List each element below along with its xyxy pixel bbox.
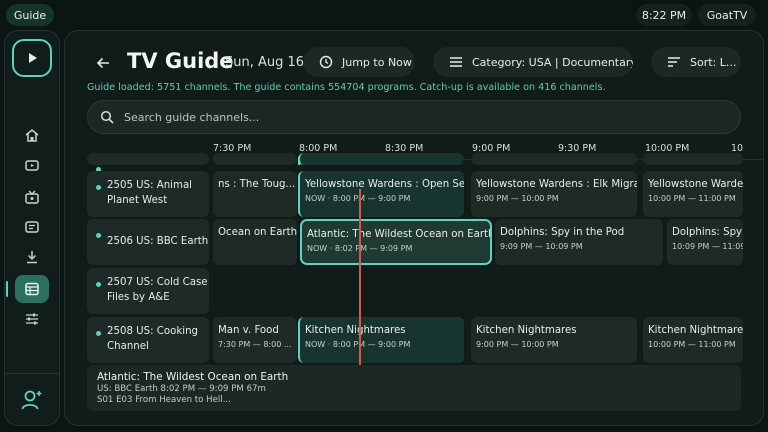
program-title: Kitchen Nightmares (648, 325, 743, 336)
detail-title: Atlantic: The Wildest Ocean on Earth (97, 371, 289, 383)
sidebar-item-series[interactable] (22, 217, 42, 237)
sort-icon (668, 57, 680, 67)
program-title: ns : The Toug... (218, 179, 296, 190)
epg-grid: 7:30 PM 8:00 PM 8:30 PM 9:00 PM 9:30 PM … (65, 137, 763, 369)
guide-tab-label: Guide (13, 8, 47, 22)
menu-icon (450, 57, 462, 67)
home-icon (25, 129, 39, 142)
program-time: NOW · 8:02 PM — 9:09 PM (307, 244, 413, 253)
sidebar-divider (5, 373, 59, 374)
program-time: 10:00 PM — 11:00 PM (648, 340, 736, 349)
program-title: Yellowstone Wardens : Open Sea... (305, 179, 464, 190)
program-title: Yellowstone Wardens (648, 179, 743, 190)
guide-panel: TV Guide Sun, Aug 16 Jump to Now Categor… (64, 30, 764, 426)
back-button[interactable] (93, 53, 113, 73)
program-cell-partial[interactable] (213, 153, 297, 165)
sort-button[interactable]: Sort: L... (651, 47, 741, 77)
page-title: TV Guide (127, 49, 234, 73)
program-cell[interactable]: ns : The Toug... (213, 171, 297, 217)
sidebar-item-home[interactable] (22, 125, 42, 145)
program-time: 10:09 PM — 11:09 (672, 242, 743, 251)
channel-cell[interactable]: 2506 US: BBC Earth (87, 219, 209, 265)
profile-name: GoatTV (706, 8, 748, 22)
program-cell[interactable]: Yellowstone Wardens : Elk Migra... 9:00 P… (471, 171, 637, 217)
add-person-icon (21, 390, 42, 410)
play-button[interactable] (12, 39, 52, 77)
program-time: 7:30 PM — 8:00 ... (218, 340, 292, 349)
program-title: Dolphins: Spy in the Pod (500, 227, 625, 238)
program-time: NOW · 8:00 PM — 9:00 PM (305, 340, 411, 349)
channel-cell-partial[interactable] (87, 153, 209, 172)
program-cell-partial[interactable] (298, 153, 464, 165)
tv-icon (25, 160, 39, 171)
channel-cell[interactable]: 2505 US: Animal Planet West (87, 171, 209, 217)
detail-meta: US: BBC Earth 8:02 PM — 9:09 PM 67m (97, 384, 266, 394)
profile-badge[interactable]: GoatTV (698, 4, 756, 26)
detail-episode: S01 E03 From Heaven to Hell... (97, 395, 231, 405)
sort-label: Sort: L... (690, 55, 737, 69)
guide-date: Sun, Aug 16 (225, 55, 305, 70)
program-title: Dolphins: Spy in (672, 227, 743, 238)
sidebar (4, 30, 60, 426)
program-cell[interactable]: Dolphins: Spy in the Pod 9:09 PM — 10:09 … (495, 219, 663, 265)
active-nav-indicator (6, 281, 8, 297)
settings-sliders-icon (26, 313, 38, 325)
program-cell-selected[interactable]: Atlantic: The Wildest Ocean on Earth NOW … (300, 219, 492, 265)
current-time-line (359, 189, 361, 369)
guide-tab-pill[interactable]: Guide (6, 4, 54, 26)
sidebar-item-settings[interactable] (22, 309, 42, 329)
channel-cell[interactable]: 2507 US: Cold Case Files by A&E (87, 268, 209, 314)
guide-grid-icon (25, 282, 39, 296)
channel-cell[interactable]: 2508 US: Cooking Channel (87, 317, 209, 363)
clock-icon (319, 55, 333, 69)
program-title: Yellowstone Wardens : Elk Migra... (476, 179, 637, 190)
program-cell-partial[interactable] (643, 153, 743, 165)
search-icon (100, 110, 114, 124)
program-cell-partial[interactable] (471, 153, 637, 165)
program-title: Man v. Food (218, 325, 279, 336)
program-cell[interactable]: Kitchen Nightmares 9:00 PM — 10:00 PM (471, 317, 637, 363)
program-cell[interactable]: Ocean on Earth (213, 219, 297, 265)
program-time: NOW · 8:00 PM — 9:00 PM (305, 194, 411, 203)
program-title: Atlantic: The Wildest Ocean on Earth (307, 229, 492, 240)
program-title: Kitchen Nightmares (305, 325, 406, 336)
play-icon (29, 53, 37, 63)
sidebar-item-live-tv[interactable] (22, 155, 42, 175)
arrow-back-icon (96, 57, 109, 69)
program-time: 9:00 PM — 10:00 PM (476, 340, 559, 349)
add-profile-button[interactable] (20, 387, 44, 413)
program-time: 10:00 PM — 11:00 PM (648, 194, 736, 203)
jump-to-now-button[interactable]: Jump to Now (303, 47, 415, 77)
search-input[interactable] (124, 110, 684, 124)
jump-to-now-label: Jump to Now (342, 55, 412, 69)
program-time: 9:00 PM — 10:00 PM (476, 194, 559, 203)
program-title: Ocean on Earth (218, 227, 297, 238)
download-icon (27, 251, 37, 264)
program-cell-live[interactable]: Kitchen Nightmares NOW · 8:00 PM — 9:00 P… (298, 317, 464, 363)
sidebar-item-guide[interactable] (15, 275, 49, 303)
guide-status-message: Guide loaded: 5751 channels. The guide c… (87, 82, 606, 93)
clock-time: 8:22 PM (641, 8, 687, 22)
sidebar-item-downloads[interactable] (22, 247, 42, 267)
video-library-icon (25, 190, 39, 204)
program-cell[interactable]: Yellowstone Wardens 10:00 PM — 11:00 PM (643, 171, 743, 217)
clock-badge: 8:22 PM (636, 4, 692, 26)
search-bar[interactable] (87, 100, 741, 134)
list-box-icon (25, 221, 39, 233)
sidebar-item-movies[interactable] (22, 187, 42, 207)
program-cell-live[interactable]: Yellowstone Wardens : Open Sea... NOW · 8… (298, 171, 464, 217)
program-cell[interactable]: Kitchen Nightmares 10:00 PM — 11:00 PM (643, 317, 743, 363)
program-detail-panel: Atlantic: The Wildest Ocean on Earth US:… (87, 365, 741, 411)
program-time: 9:09 PM — 10:09 PM (500, 242, 583, 251)
category-filter-label: Category: USA | Documentary 📺 (472, 55, 633, 69)
program-cell[interactable]: Man v. Food 7:30 PM — 8:00 ... (213, 317, 297, 363)
program-title: Kitchen Nightmares (476, 325, 577, 336)
category-filter-button[interactable]: Category: USA | Documentary 📺 (433, 47, 633, 77)
program-cell[interactable]: Dolphins: Spy in 10:09 PM — 11:09 (667, 219, 743, 265)
